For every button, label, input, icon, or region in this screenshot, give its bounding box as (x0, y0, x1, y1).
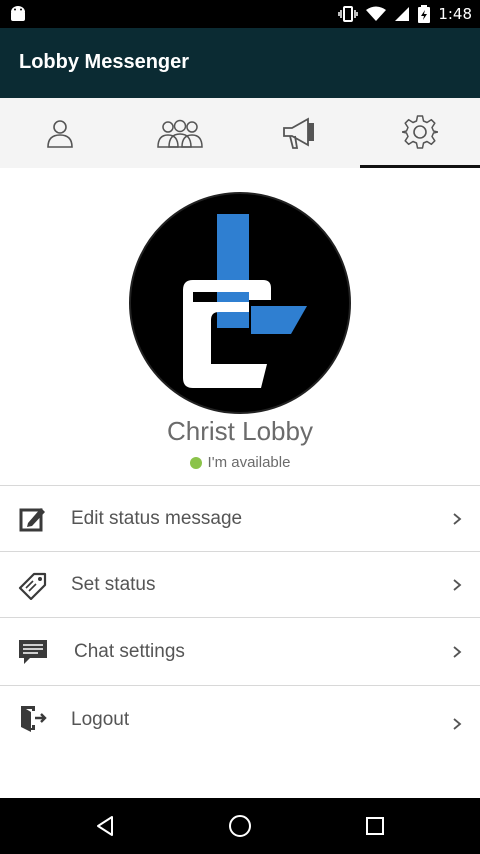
tag-icon (18, 572, 47, 600)
tab-settings[interactable] (360, 98, 480, 168)
tab-bar (0, 98, 480, 168)
home-button[interactable] (224, 810, 256, 842)
logout-icon (21, 706, 47, 732)
system-nav-bar (0, 798, 480, 854)
edit-icon (19, 507, 45, 531)
availability-status[interactable]: I'm available (0, 454, 480, 471)
chevron-right-icon (453, 645, 462, 658)
vibrate-icon (338, 6, 359, 22)
android-icon (11, 6, 25, 21)
status-bar: 1:48 (0, 0, 480, 28)
tab-groups[interactable] (120, 98, 240, 168)
menu-item-logout[interactable]: Logout (0, 685, 480, 753)
menu-item-edit-status[interactable]: Edit status message (0, 485, 480, 551)
menu-label-chat-settings: Chat settings (74, 640, 185, 662)
settings-gear-icon (402, 114, 438, 149)
recents-square-icon (366, 817, 384, 835)
chevron-right-icon (453, 578, 462, 591)
recents-button[interactable] (359, 810, 391, 842)
back-triangle-icon (97, 816, 113, 836)
signal-icon (395, 7, 410, 21)
battery-icon (418, 5, 431, 23)
tab-contacts[interactable] (0, 98, 120, 168)
tab-broadcast[interactable] (240, 98, 360, 168)
chevron-right-icon (453, 512, 462, 525)
status-time: 1:48 (438, 5, 472, 23)
settings-menu: Edit status message Set status Chat sett… (0, 485, 480, 753)
home-circle-icon (229, 815, 251, 837)
status-text: I'm available (207, 454, 291, 471)
person-icon (47, 120, 73, 148)
megaphone-icon (283, 117, 314, 149)
status-dot (189, 456, 202, 469)
profile-name: Christ Lobby (167, 416, 313, 446)
avatar[interactable] (129, 192, 351, 414)
group-icon (157, 119, 203, 148)
menu-item-chat-settings[interactable]: Chat settings (0, 617, 480, 685)
menu-label-set-status: Set status (71, 573, 156, 595)
menu-item-set-status[interactable]: Set status (0, 551, 480, 617)
lobby-logo (183, 214, 307, 388)
menu-label-logout: Logout (71, 708, 130, 730)
back-button[interactable] (89, 810, 121, 842)
menu-label-edit-status: Edit status message (71, 507, 243, 529)
profile-section: Christ Lobby I'm available (0, 168, 480, 486)
chat-icon (19, 639, 47, 664)
chevron-right-icon (453, 718, 462, 730)
app-bar: Lobby Messenger (0, 28, 480, 98)
wifi-icon (366, 6, 387, 21)
app-title: Lobby Messenger (19, 51, 190, 73)
